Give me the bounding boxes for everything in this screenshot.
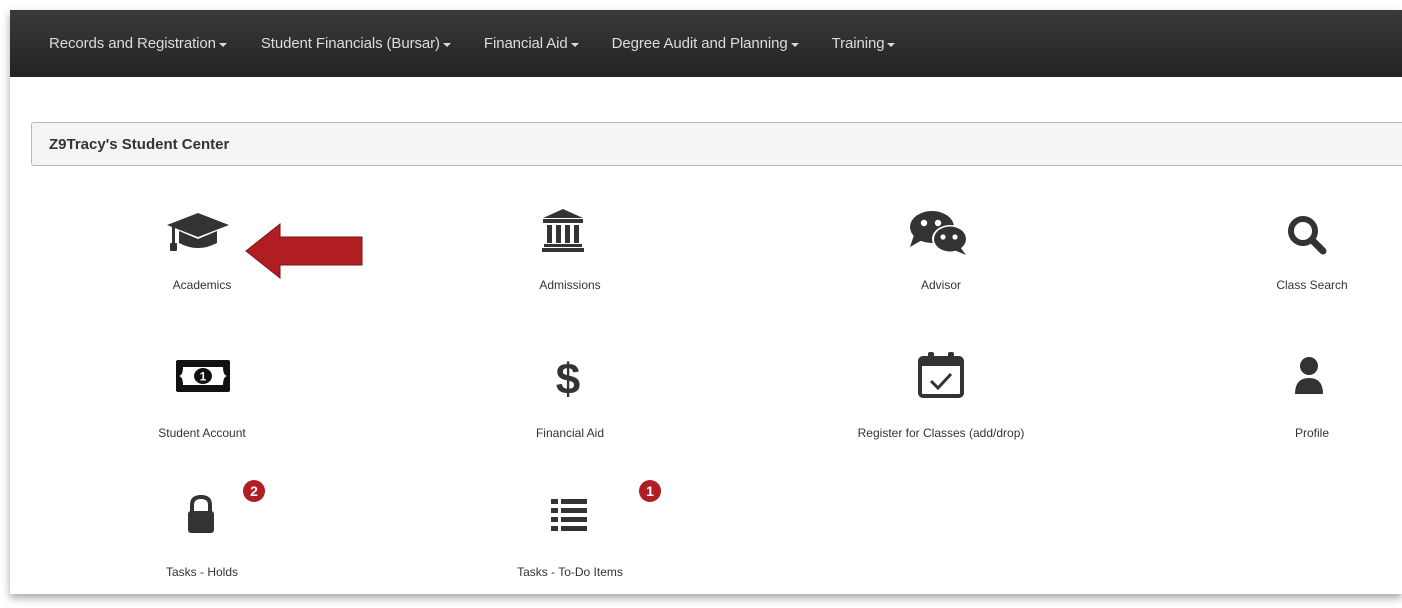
tile-label: Register for Classes (add/drop) xyxy=(857,426,1025,440)
dollar-icon: $ xyxy=(556,355,580,400)
caret-down-icon xyxy=(887,42,896,47)
nav-label: Training xyxy=(831,35,885,52)
search-icon xyxy=(1288,216,1327,255)
tile-label: Student Account xyxy=(158,426,246,440)
user-icon xyxy=(1295,357,1323,394)
tile-label: Admissions xyxy=(539,278,601,292)
nav-degree-audit[interactable]: Degree Audit and Planning xyxy=(612,35,799,52)
red-arrow-icon xyxy=(245,222,363,280)
graduation-cap-icon xyxy=(167,213,229,251)
nav-financial-aid[interactable]: Financial Aid xyxy=(484,35,579,52)
tile-label: Tasks - Holds xyxy=(165,565,239,579)
institution-icon xyxy=(542,209,584,252)
tile-label: Advisor xyxy=(920,278,962,292)
caret-down-icon xyxy=(218,42,227,47)
nav-records-registration[interactable]: Records and Registration xyxy=(49,35,227,52)
tile-admissions[interactable]: Admissions xyxy=(515,205,625,295)
nav-label: Records and Registration xyxy=(49,35,216,52)
caret-down-icon xyxy=(442,42,451,47)
tile-tasks-todo[interactable]: 1 Tasks - To-Do Items xyxy=(515,480,661,582)
student-center-window: Records and Registration Student Financi… xyxy=(10,10,1402,594)
money-bill-icon: 1 xyxy=(176,360,230,392)
tile-advisor[interactable]: Advisor xyxy=(886,205,996,295)
tile-tasks-holds[interactable]: 2 Tasks - Holds xyxy=(147,480,265,582)
svg-text:1: 1 xyxy=(200,370,207,384)
page-title: Z9Tracy's Student Center xyxy=(49,135,230,153)
nav-label: Degree Audit and Planning xyxy=(611,35,788,52)
tile-class-search[interactable]: Class Search xyxy=(1257,205,1367,295)
tile-label: Academics xyxy=(172,278,232,292)
nav-training[interactable]: Training xyxy=(832,35,896,52)
tile-profile[interactable]: Profile xyxy=(1257,350,1367,440)
svg-text:$: $ xyxy=(556,355,580,400)
chat-bubbles-icon xyxy=(910,211,968,255)
calendar-check-icon xyxy=(918,352,964,398)
tile-student-account[interactable]: 1 Student Account xyxy=(147,350,257,440)
holds-count-badge: 2 xyxy=(243,480,265,502)
tile-label: Class Search xyxy=(1276,278,1348,292)
todo-count-badge: 1 xyxy=(639,480,661,502)
lock-icon xyxy=(188,494,214,533)
caret-down-icon xyxy=(570,42,579,47)
nav-student-financials[interactable]: Student Financials (Bursar) xyxy=(261,35,451,52)
nav-label: Financial Aid xyxy=(483,35,568,52)
tile-label: Profile xyxy=(1294,426,1330,440)
tile-label: Tasks - To-Do Items xyxy=(517,565,623,579)
top-navbar: Records and Registration Student Financi… xyxy=(10,10,1402,77)
tile-financial-aid[interactable]: $ Financial Aid xyxy=(515,350,625,440)
page-title-bar: Z9Tracy's Student Center xyxy=(31,122,1402,166)
nav-label: Student Financials (Bursar) xyxy=(260,35,440,52)
tile-label: Financial Aid xyxy=(535,426,605,440)
tile-academics[interactable]: Academics xyxy=(147,205,257,295)
tile-register-classes[interactable]: Register for Classes (add/drop) xyxy=(858,350,1024,440)
list-icon xyxy=(551,499,587,531)
caret-down-icon xyxy=(790,42,799,47)
